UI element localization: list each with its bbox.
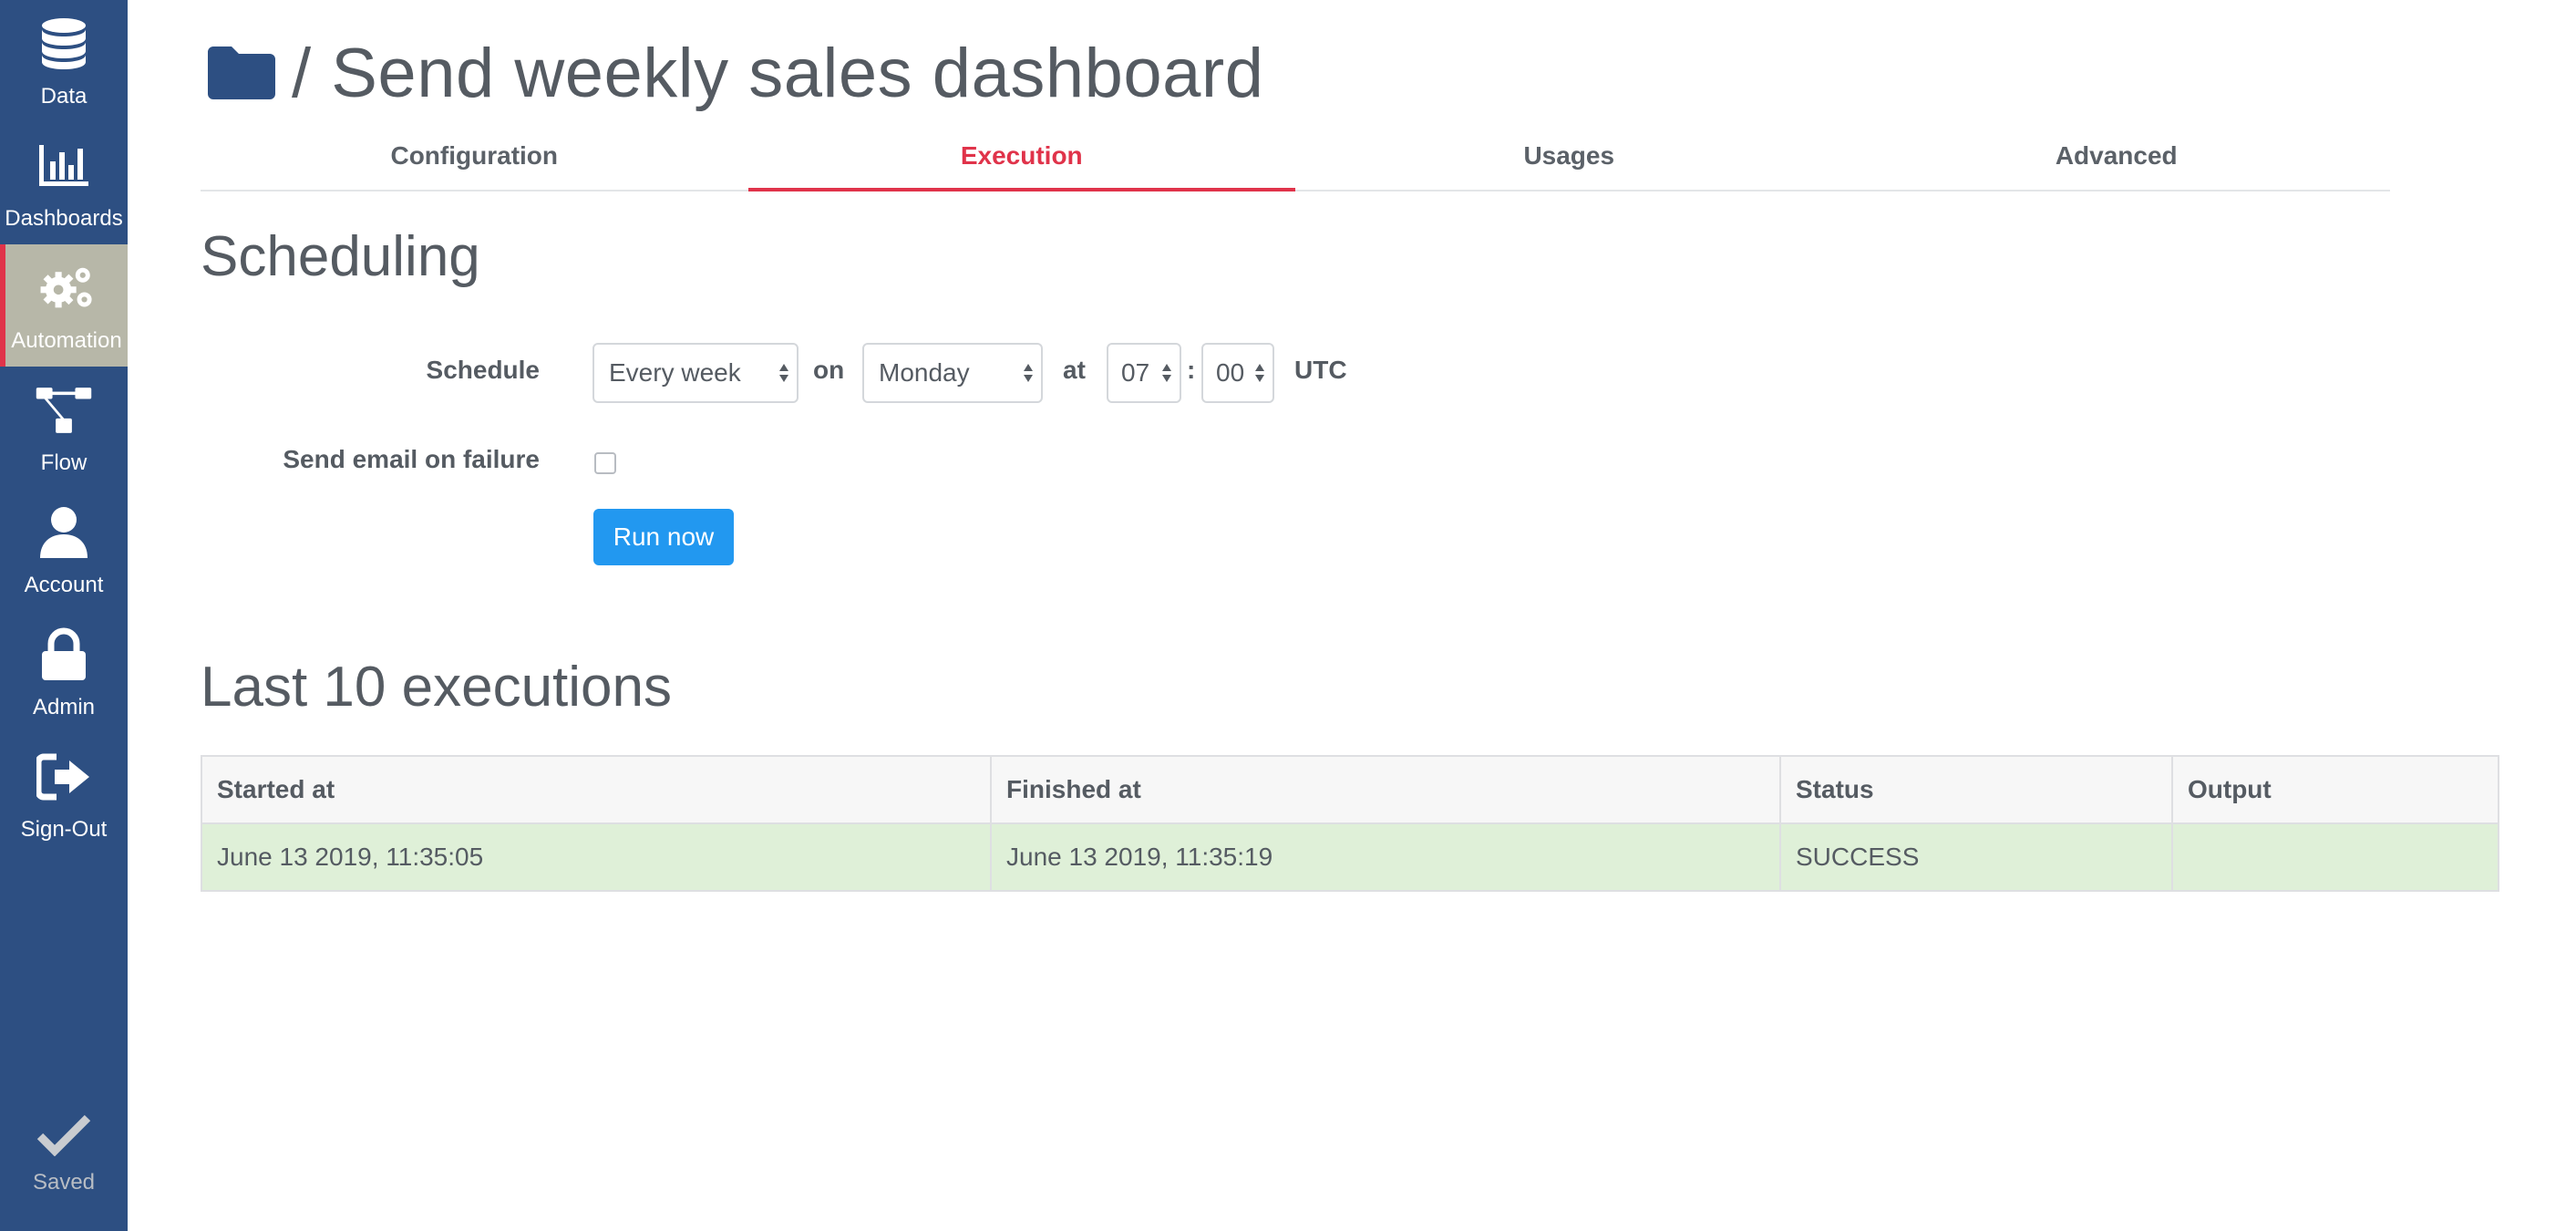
sidebar-item-data[interactable]: Data <box>0 0 128 122</box>
tab-advanced[interactable]: Advanced <box>1843 133 2391 190</box>
on-word: on <box>813 356 845 384</box>
flow-icon <box>35 381 93 440</box>
sidebar: Data Dashboards Automation Flow Account … <box>0 0 128 1231</box>
sidebar-item-label: Flow <box>40 450 88 475</box>
sidebar-item-flow[interactable]: Flow <box>0 367 128 489</box>
cell-output <box>2171 822 2499 892</box>
select-arrows-icon <box>1162 364 1171 382</box>
minute-select[interactable]: 00 <box>1201 343 1274 403</box>
page-header: / Send weekly sales dashboard <box>206 27 1263 119</box>
sidebar-item-admin[interactable]: Admin <box>0 611 128 733</box>
sidebar-item-label: Automation <box>11 328 122 353</box>
sidebar-item-automation[interactable]: Automation <box>0 244 128 367</box>
sign-out-icon <box>35 748 93 806</box>
at-word: at <box>1063 356 1086 384</box>
tab-execution[interactable]: Execution <box>747 133 1296 191</box>
sidebar-item-label: Dashboards <box>5 206 123 231</box>
executions-table: Started at Finished at Status Output Jun… <box>201 755 2499 892</box>
gears-icon <box>37 259 96 317</box>
sidebar-item-label: Account <box>24 573 104 597</box>
folder-icon[interactable] <box>206 45 277 101</box>
time-colon: : <box>1187 356 1196 384</box>
email-on-failure-label: Send email on failure <box>283 445 540 473</box>
sidebar-item-label: Sign-Out <box>20 817 108 842</box>
cell-started: June 13 2019, 11:35:05 <box>201 822 992 892</box>
saved-label: Saved <box>32 1170 96 1195</box>
sidebar-item-account[interactable]: Account <box>0 489 128 611</box>
select-arrows-icon <box>1024 364 1033 382</box>
sidebar-item-dashboards[interactable]: Dashboards <box>0 122 128 244</box>
frequency-value: Every week <box>609 358 741 387</box>
bar-chart-icon <box>35 137 93 195</box>
tab-bar: Configuration Execution Usages Advanced <box>201 133 2390 191</box>
select-arrows-icon <box>779 364 788 382</box>
email-on-failure-checkbox[interactable] <box>594 452 616 474</box>
tab-usages[interactable]: Usages <box>1295 133 1843 190</box>
hour-value: 07 <box>1121 358 1150 387</box>
table-header-row: Started at Finished at Status Output <box>201 755 2499 824</box>
check-icon <box>36 1114 91 1161</box>
schedule-label: Schedule <box>426 356 540 384</box>
sidebar-item-label: Admin <box>32 695 96 719</box>
sidebar-item-sign-out[interactable]: Sign-Out <box>0 733 128 855</box>
day-value: Monday <box>879 358 970 387</box>
cell-status: SUCCESS <box>1779 822 2173 892</box>
cell-finished: June 13 2019, 11:35:19 <box>990 822 1781 892</box>
table-row[interactable]: June 13 2019, 11:35:05 June 13 2019, 11:… <box>201 822 2499 892</box>
page-title: / Send weekly sales dashboard <box>292 34 1264 112</box>
column-header-finished: Finished at <box>990 755 1781 824</box>
executions-heading: Last 10 executions <box>201 656 673 719</box>
column-header-output: Output <box>2171 755 2499 824</box>
column-header-started: Started at <box>201 755 992 824</box>
day-select[interactable]: Monday <box>862 343 1043 403</box>
sidebar-item-label: Data <box>40 84 88 109</box>
scheduling-heading: Scheduling <box>201 225 480 288</box>
lock-icon <box>35 626 93 684</box>
hour-select[interactable]: 07 <box>1107 343 1181 403</box>
timezone-label: UTC <box>1294 356 1347 384</box>
select-arrows-icon <box>1255 364 1264 382</box>
user-icon <box>35 503 93 562</box>
minute-value: 00 <box>1216 358 1245 387</box>
database-icon <box>35 15 93 73</box>
frequency-select[interactable]: Every week <box>592 343 799 403</box>
saved-indicator: Saved <box>0 1114 128 1224</box>
column-header-status: Status <box>1779 755 2173 824</box>
run-now-button[interactable]: Run now <box>593 509 734 565</box>
tab-configuration[interactable]: Configuration <box>201 133 748 190</box>
